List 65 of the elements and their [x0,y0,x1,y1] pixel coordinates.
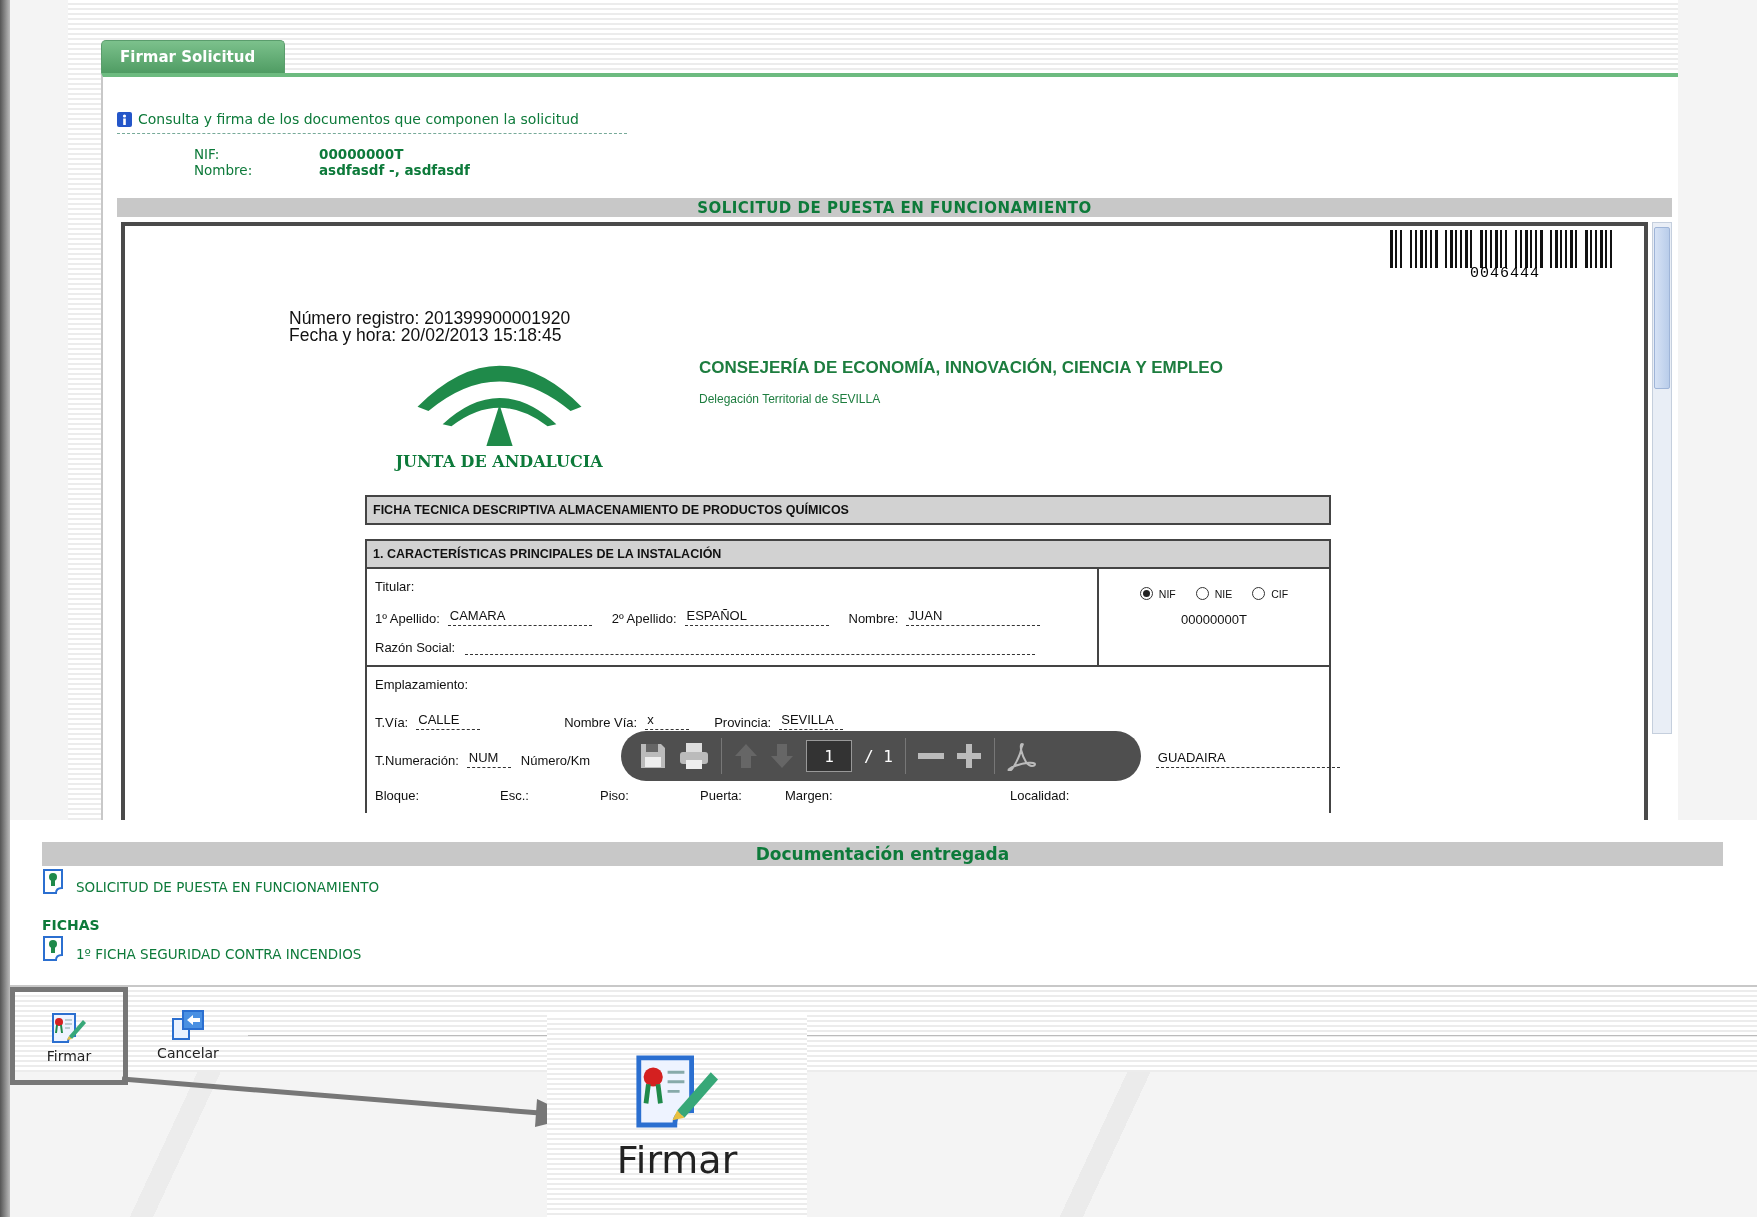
page-total: / 1 [864,746,893,766]
field-label: Nombre Vía: [564,715,638,730]
save-button[interactable] [639,742,667,770]
form-title: FICHA TECNICA DESCRIPTIVA ALMACENAMIENTO DE PRODUCTOS QUÍMICOS [365,495,1331,525]
field-value: asdfasdf -, asdfasdf [319,162,471,178]
field-value: CALLE [416,712,481,730]
section-title: Documentación entregada [755,844,1010,864]
minus-icon [917,753,944,759]
field-label: Margen: [785,788,833,803]
field-label: Razón Social: [375,640,456,655]
print-button[interactable] [679,742,709,770]
info-text: Consulta y firma de los documentos que componen la solicitud [138,111,579,127]
department-name: CONSEJERÍA DE ECONOMÍA, INNOVACIÓN, CIENCIA Y EMPLEO [699,358,1223,378]
radio-label: NIE [1214,587,1233,600]
field-label: Provincia: [714,715,772,730]
document-link[interactable]: SOLICITUD DE PUESTA EN FUNCIONAMIENTO [76,879,380,895]
pdf-reader-icon[interactable] [1006,741,1037,771]
document-icon [42,935,66,962]
callout-label: Firmar [616,1137,738,1182]
document-icon [42,868,66,895]
group-heading: FICHAS [42,917,101,933]
field-label: Puerta: [700,788,742,803]
section-title: SOLICITUD DE PUESTA EN FUNCIONAMIENTO [697,198,1092,217]
field-label: Localidad: [1010,788,1070,803]
delegation-name: Delegación Territorial de SEVILLA [699,392,882,406]
radio-label: NIF [1158,587,1176,600]
document-link[interactable]: 1º FICHA SEGURIDAD CONTRA INCENDIOS [76,946,362,962]
scrollbar[interactable] [1652,222,1672,734]
field-label: Titular: [375,579,416,594]
field-label: 1º Apellido: [375,611,440,626]
id-number: 00000000T [1181,612,1247,627]
field-label: 2º Apellido: [611,611,677,626]
field-value: SEVILLA [779,712,844,730]
field-value: 00000000T [319,146,405,162]
field-value: CAMARA [447,608,592,626]
field-label: T.Numeración: [375,753,459,768]
signed-document-icon [633,1053,721,1130]
logo-text: JUNTA DE ANDALUCIA [395,452,603,471]
field-label: Piso: [600,788,629,803]
registry-text: Fecha y hora: 20/02/2013 15:18:45 [289,327,563,344]
field-value: ESPAÑOL [684,608,829,626]
field-label: NIF: [194,146,221,162]
registry-text: Número registro: 201399900001920 [289,310,572,327]
cancel-button[interactable]: Cancelar [138,987,238,1067]
field-label: Emplazamiento: [375,677,470,692]
barcode-number: 0046444 [1470,265,1540,282]
info-icon [117,111,132,127]
field-value: x [645,712,690,730]
field-label: Nombre: [848,611,899,626]
form-section-title: 1. CARACTERÍSTICAS PRINCIPALES DE LA INSTALACIÓN [367,541,1329,569]
zoom-in-button[interactable] [955,743,982,769]
field-label: Número/Km [520,753,591,768]
document-back-arrow-icon [171,1009,205,1041]
field-label: Nombre: [194,162,254,178]
field-label: Bloque: [375,788,420,803]
field-value: GUADAIRA [1155,750,1340,768]
page-number-field[interactable]: 1 [806,740,852,772]
sign-button[interactable]: Firmar [10,987,128,1085]
field-value: NUM [466,750,511,768]
signed-document-icon [51,1012,87,1044]
radio-label: CIF [1271,587,1289,600]
field-value: JUAN [906,608,1041,626]
field-label: Esc.: [500,788,529,803]
zoom-out-button[interactable] [917,753,944,759]
field-label: T.Vía: [375,715,409,730]
